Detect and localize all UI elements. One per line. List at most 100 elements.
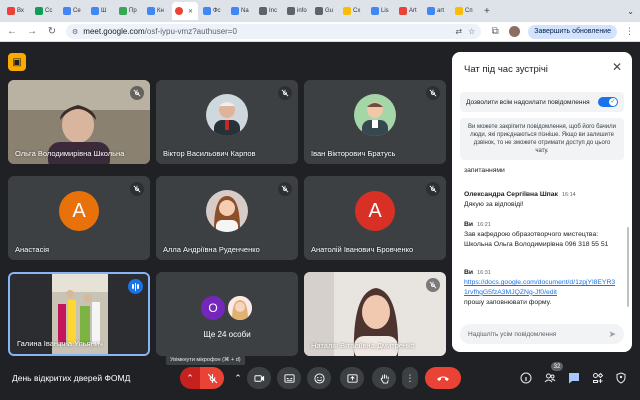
host-controls-icon[interactable] xyxy=(614,371,628,385)
tab-label: Се xyxy=(73,8,81,14)
tab-label: Ш xyxy=(101,8,107,14)
chat-message: Олександра Сергіївна Шпак 16:14 Дякую за … xyxy=(464,190,618,210)
chat-scrollbar[interactable] xyxy=(627,227,629,307)
participant-avatar xyxy=(206,190,248,233)
speaking-indicator-icon xyxy=(128,279,143,294)
tab-favicon-icon xyxy=(63,7,71,15)
browser-tab[interactable]: Lis xyxy=(368,2,394,20)
muted-mic-icon xyxy=(278,86,292,100)
people-icon[interactable] xyxy=(543,371,557,385)
participant-tile[interactable]: Віктор Васильович Карпов xyxy=(156,80,298,164)
browser-tab[interactable]: Сх xyxy=(340,2,366,20)
tab-label: info xyxy=(297,8,307,14)
update-button[interactable]: Завершить обновление xyxy=(528,24,617,39)
send-icon[interactable]: ➤ xyxy=(608,329,616,340)
meeting-info-icon[interactable]: ▣ xyxy=(8,53,26,71)
extensions-icon[interactable]: ⧉ xyxy=(489,26,501,37)
participant-avatar xyxy=(354,94,396,137)
camera-options-button[interactable]: ⌃ xyxy=(230,367,246,389)
more-options-button[interactable]: ⋮ xyxy=(402,367,418,389)
url-input[interactable]: ⚙ meet.google.com/osf-iypu-vmz?authuser=… xyxy=(66,24,482,39)
browser-tab-strip: Вх Сс Се Ш Пр Кн ✕ Фс Na Inc info Gu Сх Lis Art art Сп + ⌄ xyxy=(0,0,640,22)
participant-tile[interactable]: Ольга Володимирівна Школьна xyxy=(8,80,150,164)
browser-tab[interactable]: Пр xyxy=(116,2,142,20)
close-icon[interactable]: ✕ xyxy=(612,60,622,74)
captions-button[interactable] xyxy=(277,367,301,389)
activities-icon[interactable] xyxy=(591,371,605,385)
close-tab-icon[interactable]: ✕ xyxy=(188,8,193,15)
message-sender: Ви xyxy=(464,221,474,228)
meeting-details-icon[interactable] xyxy=(519,371,533,385)
browser-tab[interactable]: Сп xyxy=(452,2,478,20)
present-screen-button[interactable] xyxy=(340,367,364,389)
participant-tile[interactable]: Алла Андріївна Руденченко xyxy=(156,176,298,260)
participant-name: Іван Вікторович Братусь xyxy=(311,149,396,158)
browser-tab[interactable]: art xyxy=(424,2,450,20)
participant-tile[interactable]: А Анастасія xyxy=(8,176,150,260)
participant-tile[interactable]: Наталія Віталіївна Дмитренко xyxy=(304,272,446,356)
message-text: прошу заповнювати форму. xyxy=(464,298,552,306)
message-link[interactable]: https://docs.google.com/document/d/1zpjY… xyxy=(464,279,615,296)
browser-tab[interactable]: Вх xyxy=(4,2,30,20)
forward-icon[interactable]: → xyxy=(26,26,38,37)
browser-tab[interactable]: Inc xyxy=(256,2,282,20)
profile-avatar[interactable] xyxy=(509,26,521,37)
permission-row: Дозволити всім надсилати повідомлення xyxy=(460,92,624,112)
toggle-camera-button[interactable] xyxy=(247,367,271,389)
browser-tab[interactable]: Na xyxy=(228,2,254,20)
chat-message: Ви 16:21 Зав кафедрою образотворчого мист… xyxy=(464,220,618,250)
chat-input[interactable]: Надішліть усім повідомлення ➤ xyxy=(460,324,624,344)
muted-mic-icon xyxy=(426,86,440,100)
participant-name: Ольга Володимирівна Школьна xyxy=(15,149,125,158)
more-vert-icon: ⋮ xyxy=(405,372,415,383)
tab-label: Кн xyxy=(157,8,164,14)
tab-favicon-icon xyxy=(343,7,351,15)
muted-mic-icon xyxy=(207,373,217,383)
muted-mic-icon xyxy=(130,86,144,100)
participant-avatar xyxy=(206,94,248,137)
site-info-icon[interactable]: ⚙ xyxy=(72,28,78,36)
browser-tab[interactable]: Кн xyxy=(144,2,170,20)
reload-icon[interactable]: ↻ xyxy=(46,26,58,37)
back-icon[interactable]: ← xyxy=(6,26,18,37)
tab-search-icon[interactable]: ⌄ xyxy=(627,7,634,16)
message-text: запитаннями xyxy=(464,167,505,174)
participant-tile-speaking[interactable]: Галина Іванівна Ульянич xyxy=(8,272,150,356)
tab-favicon-icon xyxy=(399,7,407,15)
chevron-up-icon: ⌃ xyxy=(234,372,242,383)
chat-messages[interactable]: запитаннями Олександра Сергіївна Шпак 16:… xyxy=(464,164,620,322)
more-participants-tile[interactable]: О Ще 24 особи xyxy=(156,272,298,356)
browser-tab[interactable]: Се xyxy=(60,2,86,20)
message-text: Зав кафедрою образотворчого мистецтва: Ш… xyxy=(464,230,609,248)
browser-tab[interactable]: Ш xyxy=(88,2,114,20)
more-participants-label: Ще 24 особи xyxy=(203,330,251,339)
tab-label: Gu xyxy=(325,8,334,14)
participant-name: Віктор Васильович Карпов xyxy=(163,149,256,158)
toggle-mic-button[interactable] xyxy=(200,367,224,389)
mic-options-button[interactable]: ⌃ xyxy=(180,367,200,389)
translate-icon[interactable]: ⇄ xyxy=(455,27,462,36)
tab-label: Фс xyxy=(213,8,221,14)
browser-tab[interactable]: Gu xyxy=(312,2,338,20)
browser-tab[interactable]: info xyxy=(284,2,310,20)
bookmark-star-icon[interactable]: ☆ xyxy=(468,27,475,36)
participant-letter-avatar: А xyxy=(59,191,99,232)
chat-icon[interactable] xyxy=(567,371,581,385)
raise-hand-button[interactable] xyxy=(372,367,396,389)
permission-toggle[interactable] xyxy=(598,97,618,107)
emoji-button[interactable] xyxy=(307,367,331,389)
browser-tab[interactable]: ✕ xyxy=(172,2,198,20)
browser-tab[interactable]: Фс xyxy=(200,2,226,20)
participant-tile[interactable]: А Анатолій Іванович Бровченко xyxy=(304,176,446,260)
mic-tooltip: Увімкнути мікрофон (⌘ + d) xyxy=(166,354,245,365)
pin-note: Ви можете закріпити повідомлення, щоб йо… xyxy=(460,118,624,160)
browser-tab[interactable]: Сс xyxy=(32,2,58,20)
browser-tab[interactable]: Art xyxy=(396,2,422,20)
leave-call-button[interactable] xyxy=(425,367,461,389)
new-tab-icon[interactable]: + xyxy=(480,6,494,17)
browser-menu-icon[interactable]: ⋮ xyxy=(625,26,634,37)
recording-dot-icon xyxy=(175,7,183,15)
tab-label: Na xyxy=(241,8,249,14)
participant-tile[interactable]: Іван Вікторович Братусь xyxy=(304,80,446,164)
participant-name: Анатолій Іванович Бровченко xyxy=(311,245,414,254)
